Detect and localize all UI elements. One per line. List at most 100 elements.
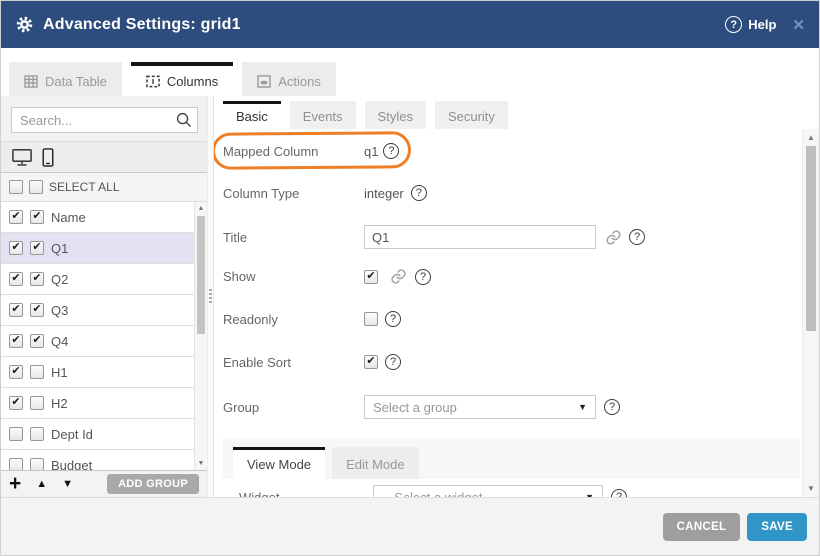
select-all-mobile-checkbox[interactable]: [29, 180, 43, 194]
column-type-row: Column Type integer ?: [223, 185, 793, 201]
tab-security[interactable]: Security: [435, 101, 508, 129]
columns-icon: [146, 75, 160, 88]
help-circle-icon[interactable]: ?: [415, 269, 431, 285]
mode-tab-label: View Mode: [247, 457, 311, 472]
subtab-label: Basic: [236, 109, 268, 124]
list-item[interactable]: Q3: [1, 295, 194, 326]
help-circle-icon[interactable]: ?: [411, 185, 427, 201]
mobile-checkbox[interactable]: [30, 427, 44, 441]
add-column-button[interactable]: +: [9, 475, 21, 493]
tab-basic[interactable]: Basic: [223, 101, 281, 129]
columns-list-panel: SELECT ALL Name Q1 Q2Q3 Q4 H1H2 Dept Id Budget…: [1, 96, 207, 497]
field-label: Column Type: [223, 186, 364, 201]
group-select-value: Select a group: [373, 400, 457, 415]
select-all-desktop-checkbox[interactable]: [9, 180, 23, 194]
show-checkbox[interactable]: [364, 270, 378, 284]
bind-link-icon[interactable]: [390, 268, 407, 285]
field-label: Widget: [239, 490, 373, 498]
desktop-checkbox[interactable]: [9, 365, 23, 379]
desktop-checkbox[interactable]: [9, 458, 23, 470]
list-item[interactable]: Q2: [1, 264, 194, 295]
tab-view-mode[interactable]: View Mode: [233, 447, 325, 479]
enable-sort-row: Enable Sort ?: [223, 354, 793, 370]
mobile-checkbox[interactable]: [30, 365, 44, 379]
bind-link-icon[interactable]: [605, 229, 622, 246]
scroll-up-icon[interactable]: ▲: [803, 133, 819, 142]
desktop-checkbox[interactable]: [9, 427, 23, 441]
help-circle-icon[interactable]: ?: [385, 311, 401, 327]
desktop-checkbox[interactable]: [9, 396, 23, 410]
desktop-checkbox[interactable]: [9, 272, 23, 286]
splitter-grip-icon: [209, 289, 212, 305]
save-button[interactable]: SAVE: [747, 513, 807, 541]
list-item[interactable]: Dept Id: [1, 419, 194, 450]
desktop-checkbox[interactable]: [9, 303, 23, 317]
mobile-checkbox[interactable]: [30, 396, 44, 410]
actions-icon: [257, 75, 271, 88]
mobile-checkbox[interactable]: [30, 458, 44, 470]
list-item[interactable]: H1: [1, 357, 194, 388]
select-all-row[interactable]: SELECT ALL: [1, 172, 207, 202]
form-scrollbar[interactable]: ▲ ▼: [802, 129, 819, 497]
widget-select[interactable]: -- Select a widget -- ▼: [373, 485, 603, 497]
help-circle-icon[interactable]: ?: [385, 354, 401, 370]
desktop-icon[interactable]: [12, 148, 32, 167]
list-scrollbar-thumb[interactable]: [197, 216, 205, 334]
desktop-checkbox[interactable]: [9, 241, 23, 255]
help-circle-icon[interactable]: ?: [604, 399, 620, 415]
tab-columns[interactable]: Columns: [131, 62, 233, 96]
mobile-icon[interactable]: [42, 148, 54, 167]
column-name: Q1: [51, 241, 68, 256]
list-item[interactable]: Q1: [1, 233, 194, 264]
column-list-container: Name Q1 Q2Q3 Q4 H1H2 Dept Id Budget ▲ ▼: [1, 202, 207, 470]
tab-actions[interactable]: Actions: [242, 62, 336, 96]
add-group-button[interactable]: ADD GROUP: [107, 474, 199, 494]
scroll-down-icon[interactable]: ▼: [195, 460, 207, 467]
column-name: Dept Id: [51, 427, 93, 442]
field-label: Show: [223, 269, 364, 284]
tab-edit-mode[interactable]: Edit Mode: [332, 447, 419, 479]
list-scrollbar[interactable]: ▲ ▼: [194, 202, 207, 470]
cancel-button[interactable]: CANCEL: [663, 513, 741, 541]
desktop-checkbox[interactable]: [9, 210, 23, 224]
group-select[interactable]: Select a group ▼: [364, 395, 596, 419]
scroll-down-icon[interactable]: ▼: [803, 484, 819, 493]
mobile-checkbox[interactable]: [30, 334, 44, 348]
help-button[interactable]: ? Help: [725, 16, 776, 33]
move-down-button[interactable]: ▼: [62, 478, 73, 490]
list-item[interactable]: H2: [1, 388, 194, 419]
column-settings-panel: Basic Events Styles Security Mapped Colu…: [214, 96, 819, 497]
search-icon[interactable]: [176, 112, 192, 128]
readonly-checkbox[interactable]: [364, 312, 378, 326]
column-list: Name Q1 Q2Q3 Q4 H1H2 Dept Id Budget: [1, 202, 194, 470]
help-circle-icon[interactable]: ?: [383, 143, 399, 159]
help-circle-icon[interactable]: ?: [611, 489, 627, 497]
mobile-checkbox[interactable]: [30, 303, 44, 317]
tab-label: Data Table: [45, 74, 107, 89]
list-item[interactable]: Budget: [1, 450, 194, 470]
show-row: Show ?: [223, 268, 793, 285]
help-icon: ?: [725, 16, 742, 33]
mobile-checkbox[interactable]: [30, 241, 44, 255]
dialog-header: Advanced Settings: grid1 ? Help ✕: [1, 1, 819, 48]
column-name: Q4: [51, 334, 68, 349]
desktop-checkbox[interactable]: [9, 334, 23, 348]
form-scrollbar-thumb[interactable]: [806, 146, 816, 331]
help-circle-icon[interactable]: ?: [629, 229, 645, 245]
tab-data-table[interactable]: Data Table: [9, 62, 122, 96]
scroll-up-icon[interactable]: ▲: [195, 205, 207, 212]
mobile-checkbox[interactable]: [30, 210, 44, 224]
list-item[interactable]: Q4: [1, 326, 194, 357]
subtab-label: Styles: [378, 109, 413, 124]
title-input[interactable]: [364, 225, 596, 249]
mobile-checkbox[interactable]: [30, 272, 44, 286]
column-type-value: integer: [364, 186, 404, 201]
enable-sort-checkbox[interactable]: [364, 355, 378, 369]
tab-styles[interactable]: Styles: [365, 101, 426, 129]
search-input[interactable]: [11, 107, 198, 133]
panel-splitter[interactable]: [207, 96, 214, 497]
close-icon[interactable]: ✕: [792, 16, 805, 34]
move-up-button[interactable]: ▲: [36, 478, 47, 490]
tab-events[interactable]: Events: [290, 101, 356, 129]
list-item[interactable]: Name: [1, 202, 194, 233]
